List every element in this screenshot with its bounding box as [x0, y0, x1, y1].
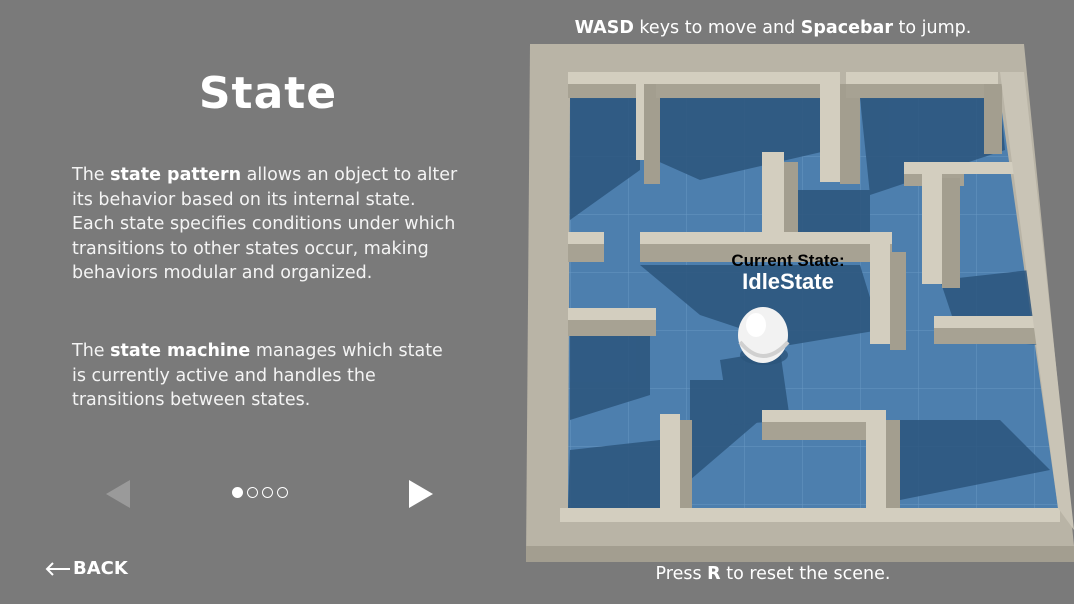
reset-key: R [707, 564, 721, 584]
state-caption: Current State: [731, 251, 845, 270]
maze-base-edge [526, 546, 1074, 562]
reset-hint-text-2: to reset the scene. [720, 564, 891, 584]
maze-scene[interactable] [0, 0, 1074, 604]
player-character [738, 307, 790, 365]
reset-hint: Press R to reset the scene. [520, 564, 1026, 584]
reset-hint-text-1: Press [655, 564, 708, 584]
current-state-label: Current State: IdleState [690, 252, 886, 294]
state-value: IdleState [742, 269, 834, 294]
